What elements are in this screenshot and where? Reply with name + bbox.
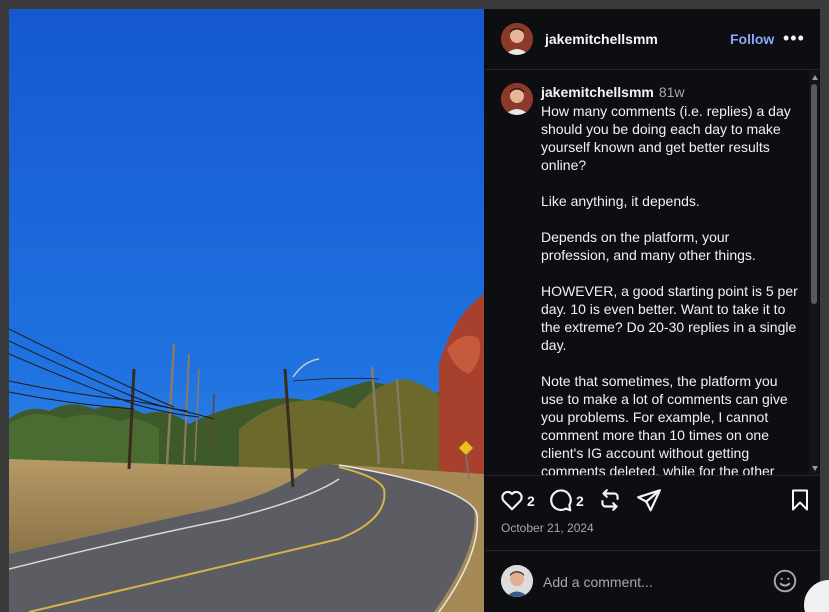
post-actions: 2 2 [485,487,820,517]
bookmark-icon[interactable] [788,487,812,513]
caption-time[interactable]: 81w [659,84,685,100]
caption-paragraph: HOWEVER, a good starting point is 5 per … [541,283,798,353]
scroll-up-icon[interactable] [812,75,818,80]
avatar-image [501,565,533,597]
post-photo[interactable] [9,9,484,612]
post-modal: jakemitchellsmm Follow ••• jakemitchells… [9,9,820,612]
post-date[interactable]: October 21, 2024 [501,521,594,535]
caption-username[interactable]: jakemitchellsmm [541,84,654,100]
add-comment-bar [485,551,820,612]
follow-button[interactable]: Follow [730,31,774,47]
share-icon[interactable] [636,487,662,513]
divider [485,475,820,476]
scrollbar-thumb[interactable] [811,84,817,304]
caption-paragraph: Like anything, it depends. [541,193,700,209]
current-user-avatar [501,565,533,597]
post-image [9,9,484,612]
emoji-icon[interactable] [772,568,798,599]
repost-icon[interactable] [597,487,623,513]
author-username[interactable]: jakemitchellsmm [545,31,658,47]
comment-count[interactable]: 2 [576,493,584,509]
post-header: jakemitchellsmm Follow ••• [485,9,820,70]
post-details-panel: jakemitchellsmm Follow ••• jakemitchells… [485,9,820,612]
caption-avatar[interactable] [501,83,533,115]
comment-icon[interactable] [547,487,573,513]
caption-paragraph: How many comments (i.e. replies) a day s… [541,103,791,173]
heart-icon[interactable] [499,487,525,513]
scroll-down-icon[interactable] [812,466,818,471]
caption-author-line: jakemitchellsmm 81w [541,84,685,100]
like-count[interactable]: 2 [527,493,535,509]
comment-input[interactable] [543,572,763,592]
avatar-image [501,23,533,55]
caption-paragraph: Depends on the platform, your profession… [541,229,756,263]
caption-text: How many comments (i.e. replies) a day s… [541,102,799,475]
more-icon[interactable]: ••• [783,29,805,47]
caption-paragraph: Note that sometimes, the platform you us… [541,373,788,475]
caption-scroll-area[interactable]: jakemitchellsmm 81w How many comments (i.… [485,71,820,475]
author-avatar[interactable] [501,23,533,55]
avatar-image [501,83,533,115]
